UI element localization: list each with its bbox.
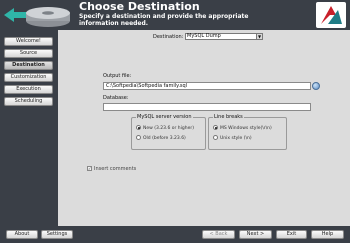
destination-label: Destination:	[153, 34, 184, 40]
radio-windows-label: MS Windows style(\r\n)	[220, 126, 272, 131]
radio-new-label: New (3.23.6 or higher)	[143, 126, 194, 131]
radio-unix-style[interactable]: Unix style (\n)	[213, 135, 252, 141]
exit-button[interactable]: Exit	[276, 230, 307, 239]
radio-unchecked-icon[interactable]	[213, 135, 218, 140]
sidebar-item-source[interactable]: Source	[4, 49, 53, 58]
browse-icon[interactable]	[312, 82, 320, 90]
radio-checked-icon[interactable]	[213, 125, 218, 130]
line-breaks-group: Line breaks MS Windows style(\r\n) Unix …	[208, 114, 287, 150]
disk-icon	[4, 7, 70, 27]
chevron-down-icon[interactable]: ▼	[256, 34, 262, 39]
output-file-input[interactable]: C:\Softpedia\Softpedia family.sql	[103, 82, 311, 90]
radio-old-version[interactable]: Old (before 3.23.6)	[136, 135, 186, 141]
radio-unchecked-icon[interactable]	[136, 135, 141, 140]
settings-button[interactable]: Settings	[41, 230, 73, 239]
radio-checked-icon[interactable]	[136, 125, 141, 130]
radio-windows-style[interactable]: MS Windows style(\r\n)	[213, 125, 272, 131]
sidebar: Welcome! Source Destination Customizatio…	[0, 30, 58, 226]
database-label: Database:	[103, 95, 129, 101]
sidebar-item-welcome[interactable]: Welcome!	[4, 37, 53, 46]
database-input[interactable]	[103, 103, 311, 111]
radio-unix-label: Unix style (\n)	[220, 136, 252, 141]
insert-comments-label: Insert comments	[94, 166, 137, 172]
line-breaks-title: Line breaks	[213, 114, 244, 120]
help-button[interactable]: Help	[311, 230, 344, 239]
insert-comments-checkbox[interactable]: ✓ Insert comments	[87, 166, 136, 172]
page-title: Choose Destination	[79, 0, 200, 13]
destination-select[interactable]: MySQL Dump ▼	[185, 33, 263, 40]
sidebar-item-scheduling[interactable]: Scheduling	[4, 97, 53, 106]
page-subtitle: Specify a destination and provide the ap…	[79, 13, 249, 27]
main-panel: Destination: MySQL Dump ▼ Output file: C…	[58, 30, 350, 226]
output-file-label: Output file:	[103, 73, 132, 79]
checkbox-checked-icon[interactable]: ✓	[87, 166, 92, 171]
sidebar-item-execution[interactable]: Execution	[4, 85, 53, 94]
destination-select-value: MySQL Dump	[187, 33, 221, 39]
radio-old-label: Old (before 3.23.6)	[143, 136, 186, 141]
radio-new-version[interactable]: New (3.23.6 or higher)	[136, 125, 194, 131]
brand-logo-icon	[316, 2, 346, 28]
sidebar-item-customization[interactable]: Customization	[4, 73, 53, 82]
header-bar: Choose Destination Specify a destination…	[0, 0, 350, 30]
mysql-version-group: MySQL server version New (3.23.6 or high…	[131, 114, 206, 150]
mysql-version-title: MySQL server version	[136, 114, 193, 120]
sidebar-item-destination[interactable]: Destination	[4, 61, 53, 70]
about-button[interactable]: About	[6, 230, 38, 239]
footer-bar: About Settings < Back Next > Exit Help	[0, 226, 350, 243]
back-button[interactable]: < Back	[202, 230, 235, 239]
next-button[interactable]: Next >	[239, 230, 272, 239]
